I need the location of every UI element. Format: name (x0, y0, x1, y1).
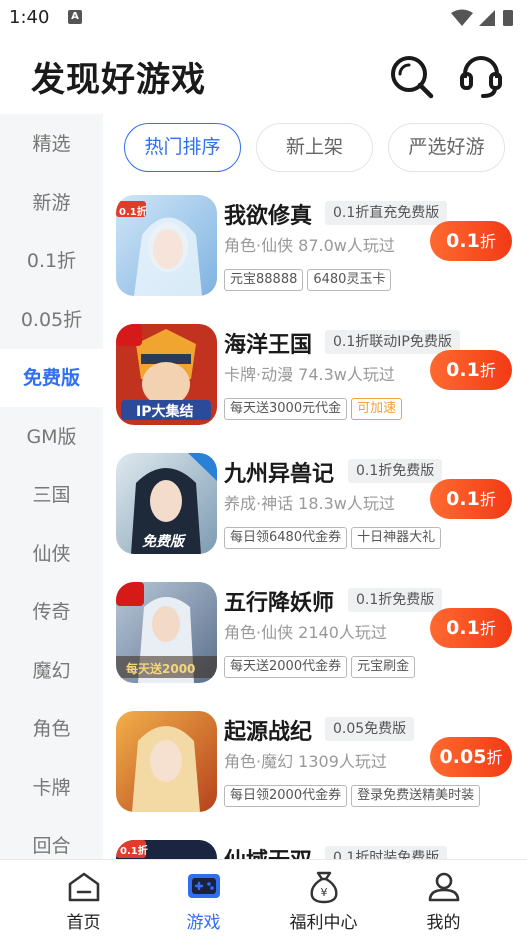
game-meta: 角色·魔幻 1309人玩过 (224, 752, 387, 771)
status-time: 1:40 (9, 7, 50, 28)
icon-corner-label: 0.1折 (120, 846, 148, 857)
tag-list: 每天送2000代金券 元宝刷金 (224, 655, 419, 678)
game-tag: 元宝刷金 (351, 656, 416, 678)
game-tag: 每天送3000元代金 (224, 398, 348, 420)
discount-button[interactable]: 0.1折 (430, 221, 512, 261)
nav-label: 首页 (66, 913, 101, 933)
tag-list: 元宝88888 6480灵玉卡 (224, 268, 395, 291)
game-name: 起源战纪 (224, 720, 313, 745)
game-list-item[interactable]: IP大集结 海洋王国 0.1折联动IP免费版 卡牌·动漫 74.3w人玩过 每天… (116, 324, 521, 434)
game-tag: 十日神器大礼 (351, 527, 442, 549)
page-title: 发现好游戏 (31, 60, 206, 100)
game-list-item[interactable]: 每天送2000 五行降妖师 0.1折免费版 角色·仙侠 2140人玩过 每天送2… (116, 582, 521, 692)
search-icon[interactable] (387, 52, 435, 100)
sidebar-item-xianxia[interactable]: 仙侠 (0, 525, 103, 583)
nav-games[interactable]: 游戏 (138, 860, 269, 938)
game-tag: 每天送2000代金券 (224, 656, 348, 678)
svg-text:¥: ¥ (321, 886, 328, 899)
tab-curated[interactable]: 严选好游 (388, 123, 505, 172)
sidebar-item-turn-based[interactable]: 回合 (0, 817, 103, 859)
profile-icon (428, 872, 460, 902)
nav-welfare-center[interactable]: ¥ 福利中心 (258, 860, 389, 938)
game-edition-badge: 0.1折免费版 (348, 459, 443, 483)
game-list-item[interactable]: 免费版 九州异兽记 0.1折免费版 养成·神话 18.3w人玩过 每日领6480… (116, 453, 521, 563)
game-edition-badge: 0.1折直充免费版 (325, 201, 448, 225)
sidebar-item-three-kingdoms[interactable]: 三国 (0, 466, 103, 524)
tag-list: 每日领2000代金券 登录免费送精美时装 (224, 784, 484, 807)
game-name: 五行降妖师 (224, 591, 335, 616)
signal-battery-icon (451, 9, 513, 26)
game-tag: 每日领2000代金券 (224, 785, 348, 807)
sidebar-item-legend[interactable]: 传奇 (0, 583, 103, 641)
sidebar-item-featured[interactable]: 精选 (0, 115, 103, 173)
game-tag: 每日领6480代金券 (224, 527, 348, 549)
sidebar-item-rpg[interactable]: 角色 (0, 700, 103, 758)
game-name: 仙域无双 (224, 843, 312, 859)
game-tag: 元宝88888 (224, 269, 304, 291)
icon-banner-label: IP大集结 (136, 404, 194, 420)
tag-list: 每天送3000元代金 可加速 (224, 397, 406, 420)
game-meta: 角色·仙侠 2140人玩过 (224, 623, 387, 642)
game-edition-badge: 0.1折免费版 (348, 588, 443, 612)
discount-button[interactable]: 0.1折 (430, 479, 512, 519)
headset-icon[interactable] (457, 52, 505, 100)
sidebar-item-card[interactable]: 卡牌 (0, 759, 103, 817)
nav-label: 我的 (426, 913, 461, 933)
sidebar-item-fantasy[interactable]: 魔幻 (0, 642, 103, 700)
bottom-navigation: 首页 游戏 ¥ 福利中心 我的 (0, 859, 527, 938)
game-tag: 登录免费送精美时装 (351, 785, 481, 807)
game-name: 我欲修真 (224, 204, 313, 229)
tab-hot-sort[interactable]: 热门排序 (124, 123, 241, 172)
home-icon (68, 872, 100, 902)
tab-new-release[interactable]: 新上架 (256, 123, 373, 172)
icon-corner-label: 0.1折 (119, 207, 147, 218)
sidebar-item-new[interactable]: 新游 (0, 174, 103, 232)
icon-banner-label: 每天送2000 (126, 662, 196, 676)
discount-button[interactable]: 0.1折 (430, 350, 512, 390)
game-name: 海洋王国 (224, 333, 313, 358)
nav-home[interactable]: 首页 (18, 860, 149, 938)
game-list-item[interactable]: 0.1折 仙域无双 0.1折时装免费版 (116, 840, 521, 859)
sidebar-item-gm[interactable]: GM版 (0, 408, 103, 466)
notification-icon: A (68, 10, 82, 24)
nav-label: 游戏 (186, 913, 221, 933)
game-tag: 可加速 (351, 398, 403, 420)
gamepad-icon (188, 874, 220, 898)
nav-profile[interactable]: 我的 (378, 860, 509, 938)
game-meta: 卡牌·动漫 74.3w人玩过 (224, 365, 395, 384)
nav-label: 福利中心 (289, 913, 358, 933)
game-list-item[interactable]: 起源战纪 0.05免费版 角色·魔幻 1309人玩过 每日领2000代金券 登录免… (116, 711, 521, 821)
game-edition-badge: 0.1折时装免费版 (325, 846, 448, 859)
sidebar-item-free[interactable]: 免费版 (0, 349, 103, 407)
game-meta: 角色·仙侠 87.0w人玩过 (224, 236, 395, 255)
category-sidebar: 精选 新游 0.1折 0.05折 免费版 GM版 三国 仙侠 传奇 魔幻 角色 … (0, 114, 103, 859)
discount-button[interactable]: 0.1折 (430, 608, 512, 648)
sidebar-item-0.1-off[interactable]: 0.1折 (0, 232, 103, 290)
status-bar: 1:40 A (0, 0, 527, 36)
tag-list: 每日领6480代金券 十日神器大礼 (224, 526, 445, 549)
game-edition-badge: 0.1折联动IP免费版 (325, 330, 460, 354)
game-icon (116, 711, 217, 812)
icon-banner-label: 免费版 (142, 534, 184, 550)
money-bag-icon: ¥ (310, 871, 338, 904)
game-tag: 6480灵玉卡 (307, 269, 392, 291)
game-meta: 养成·神话 18.3w人玩过 (224, 494, 395, 513)
game-list-item[interactable]: 0.1折 我欲修真 0.1折直充免费版 角色·仙侠 87.0w人玩过 元宝888… (116, 195, 521, 305)
discount-button[interactable]: 0.05折 (430, 737, 512, 777)
sidebar-item-0.05-off[interactable]: 0.05折 (0, 291, 103, 349)
game-name: 九州异兽记 (224, 462, 335, 487)
game-edition-badge: 0.05免费版 (325, 717, 415, 741)
